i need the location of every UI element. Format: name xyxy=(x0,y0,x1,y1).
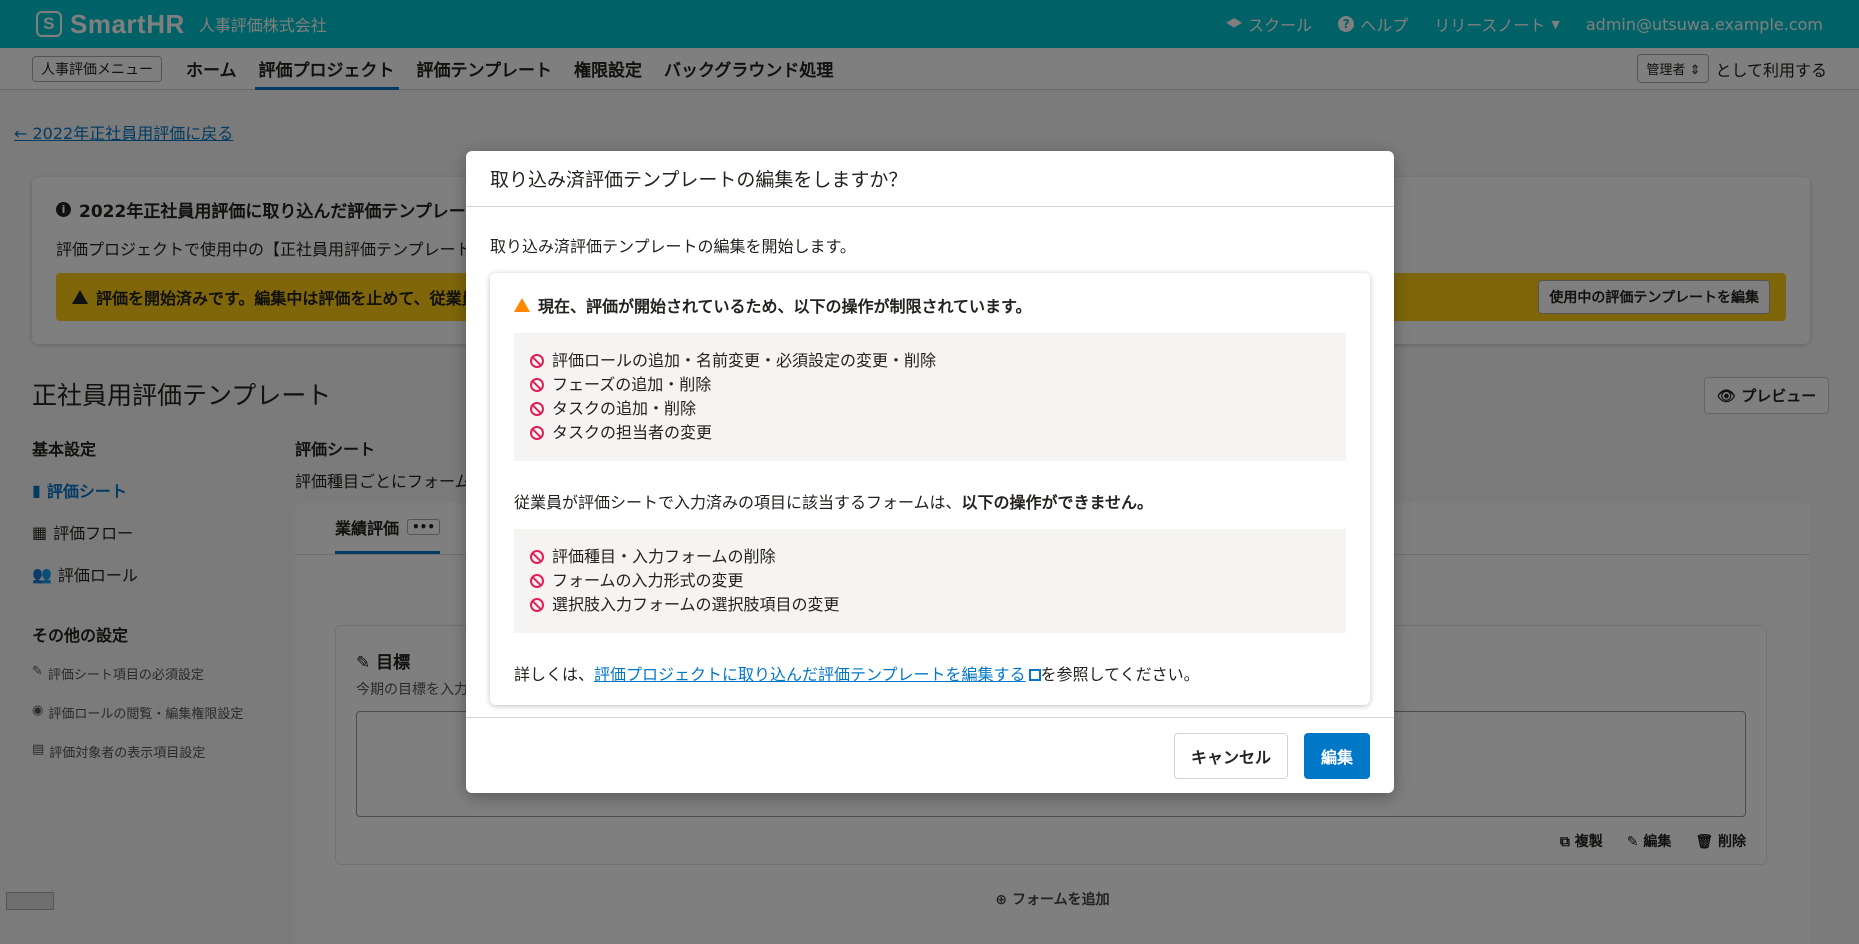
help-article-link[interactable]: 評価プロジェクトに取り込んだ評価テンプレートを編集する xyxy=(594,665,1026,684)
ban-icon xyxy=(530,354,544,368)
para-bold: 以下の操作ができません。 xyxy=(961,493,1154,512)
list-item-label: フェーズの追加・削除 xyxy=(552,375,712,394)
restriction-notice: 現在、評価が開始されているため、以下の操作が制限されています。 評価ロールの追加… xyxy=(490,273,1370,705)
ban-icon xyxy=(530,550,544,564)
ban-icon xyxy=(530,378,544,392)
list-item-label: フォームの入力形式の変更 xyxy=(552,571,744,590)
para-text: 従業員が評価シートで入力済みの項目に該当するフォームは、 xyxy=(514,493,962,512)
dialog-intro: 取り込み済評価テンプレートの編集を開始します。 xyxy=(490,237,856,256)
list-item-label: 評価ロールの追加・名前変更・必須設定の変更・削除 xyxy=(552,351,937,370)
form-restriction-list: 評価種目・入力フォームの削除 フォームの入力形式の変更 選択肢入力フォームの選択… xyxy=(514,529,1346,633)
edit-button[interactable]: 編集 xyxy=(1303,732,1370,779)
ban-icon xyxy=(530,426,544,440)
confirm-edit-dialog: 取り込み済評価テンプレートの編集をしますか？ 取り込み済評価テンプレートの編集を… xyxy=(466,151,1394,793)
ban-icon xyxy=(530,574,544,588)
list-item-label: 選択肢入力フォームの選択肢項目の変更 xyxy=(552,595,840,614)
restriction-list: 評価ロールの追加・名前変更・必須設定の変更・削除 フェーズの追加・削除 タスクの… xyxy=(514,333,1346,461)
external-link-icon xyxy=(1028,669,1041,681)
list-item: タスクの担当者の変更 xyxy=(530,421,1330,445)
list-item-label: タスクの追加・削除 xyxy=(552,399,697,418)
detail-prefix: 詳しくは、 xyxy=(514,665,595,684)
ban-icon xyxy=(530,402,544,416)
dialog-footer: キャンセル 編集 xyxy=(466,717,1394,793)
list-item-label: タスクの担当者の変更 xyxy=(552,423,713,442)
detail-text: 詳しくは、評価プロジェクトに取り込んだ評価テンプレートを編集する を参照してくださ… xyxy=(514,661,1346,685)
warning-icon xyxy=(514,298,530,312)
list-item: 評価ロールの追加・名前変更・必須設定の変更・削除 xyxy=(530,349,1330,373)
notice-title: 現在、評価が開始されているため、以下の操作が制限されています。 xyxy=(538,297,1032,316)
form-restriction-text: 従業員が評価シートで入力済みの項目に該当するフォームは、以下の操作ができません。 xyxy=(514,489,1346,513)
list-item: 選択肢入力フォームの選択肢項目の変更 xyxy=(530,593,1330,617)
ban-icon xyxy=(530,598,544,612)
list-item: フェーズの追加・削除 xyxy=(530,373,1330,397)
list-item: タスクの追加・削除 xyxy=(530,397,1330,421)
detail-suffix: を参照してください。 xyxy=(1040,665,1200,684)
list-item: 評価種目・入力フォームの削除 xyxy=(530,545,1330,569)
list-item-label: 評価種目・入力フォームの削除 xyxy=(552,547,776,566)
dialog-title: 取り込み済評価テンプレートの編集をしますか？ xyxy=(466,151,1394,207)
cancel-button[interactable]: キャンセル xyxy=(1173,732,1288,779)
list-item: フォームの入力形式の変更 xyxy=(530,569,1330,593)
